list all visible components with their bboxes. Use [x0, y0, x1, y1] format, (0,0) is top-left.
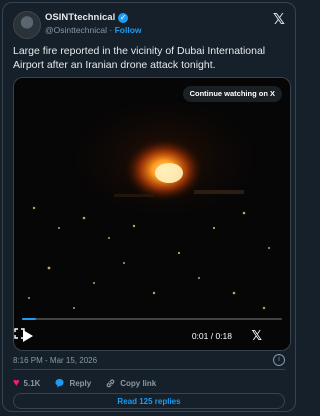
author-handle[interactable]: @Osinttechnical [45, 25, 107, 35]
copy-link-button[interactable]: Copy link [105, 378, 156, 388]
video-controls: 0:01 / 0:18 𝕏 [14, 328, 290, 346]
tweet-timestamp[interactable]: 8:16 PM - Mar 15, 2026 [13, 356, 97, 365]
action-bar: ♥ 5.1K Reply Copy link [13, 376, 170, 390]
heart-icon: ♥ [13, 377, 20, 389]
divider [13, 369, 285, 370]
video-progress-bar[interactable] [22, 318, 282, 320]
video-time: 0:01 / 0:18 [191, 331, 232, 341]
copy-link-label: Copy link [120, 378, 157, 388]
tweet-text: Large fire reported in the vicinity of D… [13, 45, 266, 71]
like-count: 5.1K [23, 378, 41, 388]
verified-badge-icon: ✓ [118, 13, 129, 23]
tweet-header: OSINTtechnical ✓ @Osinttechnical · Follo… [13, 11, 285, 41]
link-icon [106, 379, 115, 388]
x-watch-icon[interactable]: 𝕏 [252, 328, 262, 344]
avatar[interactable] [13, 11, 41, 39]
follow-link[interactable]: Follow [115, 25, 142, 35]
author-name[interactable]: OSINTtechnical [45, 12, 115, 24]
separator-dot: · [109, 25, 113, 35]
reply-icon [55, 379, 64, 388]
x-logo-icon[interactable]: 𝕏 [273, 10, 285, 28]
fullscreen-icon[interactable] [14, 328, 25, 339]
video-progress-fill [22, 318, 37, 320]
continue-watching-button[interactable]: Continue watching on X [182, 86, 282, 102]
reply-label: Reply [69, 378, 92, 388]
read-replies-button[interactable]: Read 125 replies [13, 393, 285, 409]
reply-button[interactable]: Reply [54, 378, 91, 388]
tweet-card: OSINTtechnical ✓ @Osinttechnical · Follo… [2, 2, 296, 412]
info-icon[interactable]: i [273, 354, 285, 366]
video-frame [14, 78, 290, 350]
video-player[interactable]: Continue watching on X 0:01 / 0:18 𝕏 [13, 77, 291, 351]
author-block: OSINTtechnical ✓ @Osinttechnical · Follo… [45, 12, 142, 36]
like-button[interactable]: ♥ 5.1K [13, 377, 40, 389]
